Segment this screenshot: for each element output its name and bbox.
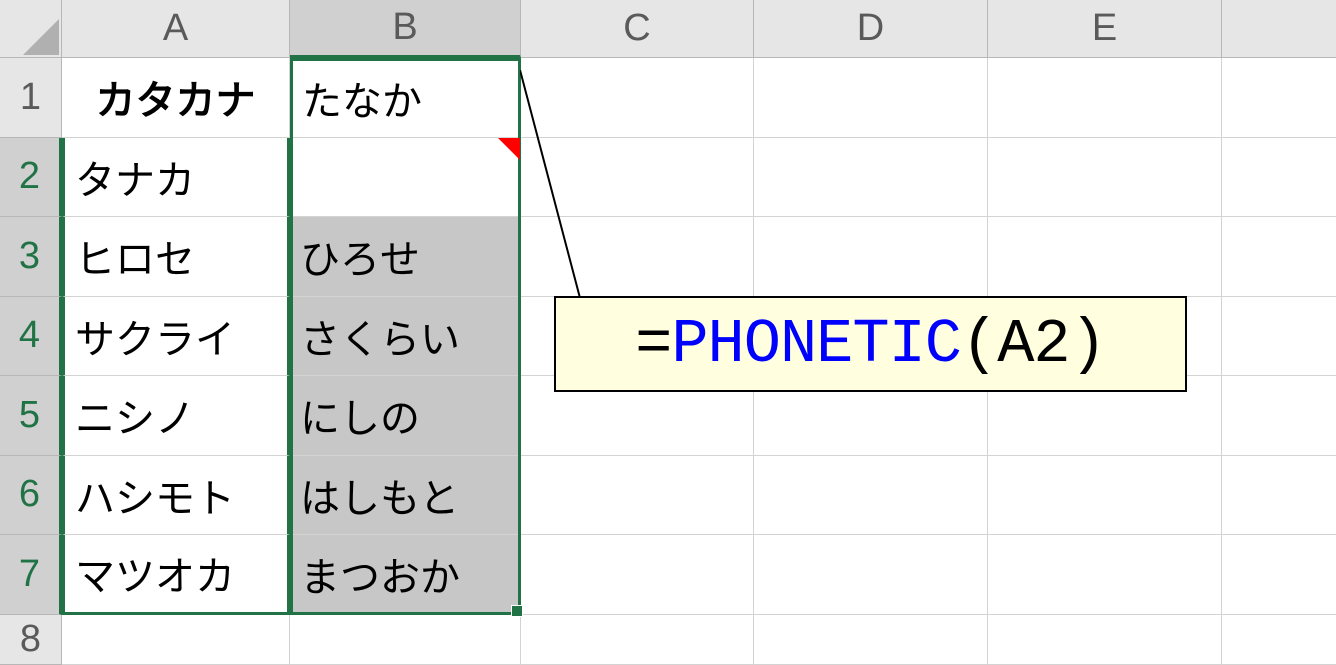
- cell-A8[interactable]: [62, 615, 290, 665]
- select-all-corner[interactable]: [0, 0, 62, 58]
- cell-D8[interactable]: [754, 615, 988, 665]
- cell-C6[interactable]: [521, 456, 754, 536]
- cell-A6[interactable]: ハシモト: [62, 456, 290, 536]
- cell-B2[interactable]: [290, 138, 521, 218]
- cell-E1[interactable]: [988, 58, 1222, 138]
- cell-A4[interactable]: サクライ: [62, 297, 290, 377]
- col-header-F[interactable]: [1222, 0, 1336, 58]
- cell-F7[interactable]: [1222, 535, 1336, 615]
- cell-C1[interactable]: [521, 58, 754, 138]
- cell-C3[interactable]: [521, 217, 754, 297]
- col-header-E[interactable]: E: [988, 0, 1222, 58]
- comment-marker-icon: [498, 138, 520, 160]
- cell-D2[interactable]: [754, 138, 988, 218]
- cell-C8[interactable]: [521, 615, 754, 665]
- row-header-2[interactable]: 2: [0, 138, 62, 218]
- cell-B8[interactable]: [290, 615, 521, 665]
- row-header-7[interactable]: 7: [0, 535, 62, 615]
- cell-A2[interactable]: タナカ: [62, 138, 290, 218]
- row-header-8[interactable]: 8: [0, 615, 62, 665]
- cell-E6[interactable]: [988, 456, 1222, 536]
- cell-B3[interactable]: ひろせ: [290, 217, 521, 297]
- cell-E2[interactable]: [988, 138, 1222, 218]
- formula-callout: =PHONETIC(A2): [554, 296, 1187, 392]
- formula-close-paren: ): [1070, 309, 1106, 380]
- formula-open-paren: (: [961, 309, 997, 380]
- row-header-1[interactable]: 1: [0, 58, 62, 138]
- cell-A1[interactable]: カタカナ: [62, 58, 290, 138]
- formula-equals: =: [635, 309, 671, 380]
- cell-F1[interactable]: [1222, 58, 1336, 138]
- row-header-6[interactable]: 6: [0, 456, 62, 536]
- cell-A5[interactable]: ニシノ: [62, 376, 290, 456]
- cell-E8[interactable]: [988, 615, 1222, 665]
- cell-B6[interactable]: はしもと: [290, 456, 521, 536]
- cell-B7[interactable]: まつおか: [290, 535, 521, 615]
- row-header-5[interactable]: 5: [0, 376, 62, 456]
- cell-F5[interactable]: [1222, 376, 1336, 456]
- formula-function-name: PHONETIC: [671, 309, 961, 380]
- col-header-A[interactable]: A: [62, 0, 290, 58]
- cell-C2[interactable]: [521, 138, 754, 218]
- col-header-D[interactable]: D: [754, 0, 988, 58]
- cell-F4[interactable]: [1222, 297, 1336, 377]
- cell-B4[interactable]: さくらい: [290, 297, 521, 377]
- cell-E7[interactable]: [988, 535, 1222, 615]
- formula-cell-ref: A2: [997, 309, 1069, 380]
- cell-F6[interactable]: [1222, 456, 1336, 536]
- cell-F8[interactable]: [1222, 615, 1336, 665]
- cell-E3[interactable]: [988, 217, 1222, 297]
- cell-D1[interactable]: [754, 58, 988, 138]
- cell-B5[interactable]: にしの: [290, 376, 521, 456]
- cell-C7[interactable]: [521, 535, 754, 615]
- cell-F3[interactable]: [1222, 217, 1336, 297]
- row-header-3[interactable]: 3: [0, 217, 62, 297]
- cell-A7[interactable]: マツオカ: [62, 535, 290, 615]
- col-header-C[interactable]: C: [521, 0, 754, 58]
- row-header-4[interactable]: 4: [0, 297, 62, 377]
- cell-A3[interactable]: ヒロセ: [62, 217, 290, 297]
- cell-D3[interactable]: [754, 217, 988, 297]
- active-cell-B2[interactable]: たなか: [290, 58, 521, 137]
- col-header-B[interactable]: B: [290, 0, 521, 58]
- cell-F2[interactable]: [1222, 138, 1336, 218]
- cell-D7[interactable]: [754, 535, 988, 615]
- cell-D6[interactable]: [754, 456, 988, 536]
